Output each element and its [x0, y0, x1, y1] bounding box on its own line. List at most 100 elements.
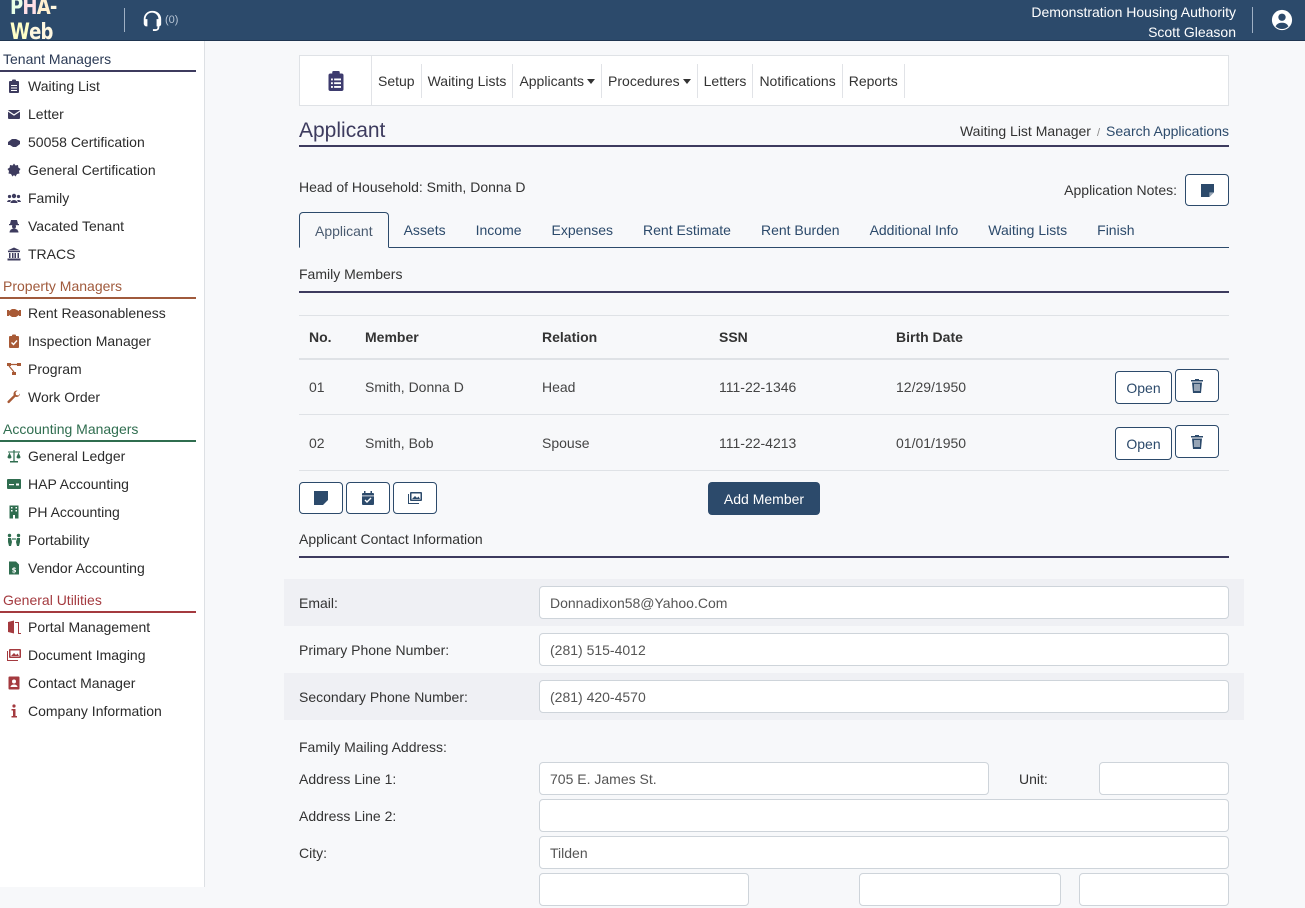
user-name[interactable]: Scott Gleason — [1031, 22, 1236, 42]
sidebar-item-ph-accounting[interactable]: PH Accounting — [0, 498, 196, 526]
zip-ext-field[interactable] — [1079, 873, 1229, 906]
tab-expenses[interactable]: Expenses — [537, 212, 628, 247]
sidebar-section-title: Property Managers — [0, 268, 196, 299]
unit-label: Unit: — [1019, 770, 1048, 787]
cell-relation: Spouse — [532, 414, 709, 471]
nav-letters[interactable]: Letters — [698, 63, 754, 98]
tab-income[interactable]: Income — [461, 212, 537, 247]
table-header-row: No. Member Relation SSN Birth Date — [299, 315, 1229, 360]
open-member-button[interactable]: Open — [1115, 371, 1172, 405]
breadcrumb-link-search-applications[interactable]: Search Applications — [1106, 123, 1229, 139]
nav-notifications[interactable]: Notifications — [753, 63, 843, 98]
sidebar-item-hap-accounting[interactable]: HAP Accounting — [0, 470, 196, 498]
open-member-button[interactable]: Open — [1115, 427, 1172, 460]
email-row: Email: — [284, 579, 1244, 626]
sidebar-item-letter[interactable]: Letter — [0, 100, 196, 128]
sidebar-item-label: Family — [28, 190, 70, 206]
sidebar-item-general-ledger[interactable]: General Ledger — [0, 442, 196, 470]
contact-form: Email: Primary Phone Number: Secondary P… — [284, 579, 1244, 908]
nav-label: Applicants — [519, 72, 585, 89]
tab-additional-info[interactable]: Additional Info — [855, 212, 974, 247]
delete-member-button[interactable] — [1175, 425, 1219, 458]
sidebar-item-tracs[interactable]: TRACS — [0, 240, 196, 268]
sidebar-item-label: General Ledger — [28, 448, 126, 464]
sidebar-item-company-information[interactable]: Company Information — [0, 697, 196, 725]
sidebar: Tenant Managers Waiting List Letter 5005… — [0, 41, 205, 887]
sidebar-item-50058-certification[interactable]: 50058 Certification — [0, 128, 196, 156]
tab-rent-estimate[interactable]: Rent Estimate — [628, 212, 746, 247]
clipboard-list-icon — [6, 78, 22, 94]
sidebar-item-general-certification[interactable]: General Certification — [0, 156, 196, 184]
tab-applicant[interactable]: Applicant — [299, 212, 389, 248]
images-button[interactable] — [393, 482, 437, 514]
info-icon — [6, 703, 22, 719]
sidebar-item-portal-management[interactable]: Portal Management — [0, 613, 196, 641]
cell-relation: Head — [532, 358, 709, 415]
address-line-1-row: Address Line 1: Unit: — [284, 760, 1244, 797]
breadcrumb-item: Waiting List Manager — [959, 123, 1091, 139]
sidebar-item-vacated-tenant[interactable]: Vacated Tenant — [0, 212, 196, 240]
people-arrows-icon — [6, 532, 22, 548]
building-icon — [6, 504, 22, 520]
cell-actions: Open — [1036, 414, 1229, 471]
sidebar-item-contact-manager[interactable]: Contact Manager — [0, 669, 196, 697]
nav-applicants-dropdown[interactable]: Applicants — [513, 63, 603, 98]
calendar-button[interactable] — [346, 482, 390, 514]
org-name: Demonstration Housing Authority — [1031, 4, 1236, 20]
notes-button[interactable] — [299, 482, 343, 514]
module-home-button[interactable] — [300, 56, 372, 105]
nav-procedures-dropdown[interactable]: Procedures — [602, 63, 698, 98]
secondary-phone-field[interactable] — [539, 680, 1229, 713]
tab-waiting-lists[interactable]: Waiting Lists — [973, 212, 1082, 247]
page-title: Applicant — [299, 119, 386, 142]
address-line-2-field[interactable] — [539, 799, 1229, 832]
nav-waiting-lists[interactable]: Waiting Lists — [422, 63, 514, 98]
user-circle-icon[interactable] — [1271, 9, 1293, 31]
address-book-icon — [6, 675, 22, 691]
nav-label: Letters — [703, 72, 747, 89]
sticky-note-icon — [1200, 183, 1214, 197]
support-button[interactable]: (0) — [141, 9, 178, 31]
nav-label: Waiting Lists — [427, 72, 507, 89]
nav-setup[interactable]: Setup — [372, 63, 422, 98]
sidebar-item-vendor-accounting[interactable]: $ Vendor Accounting — [0, 554, 196, 582]
address-line-1-field[interactable] — [539, 762, 989, 795]
delete-member-button[interactable] — [1175, 369, 1219, 403]
sidebar-item-document-imaging[interactable]: Document Imaging — [0, 641, 196, 669]
sidebar-item-family[interactable]: Family — [0, 184, 196, 212]
sidebar-item-program[interactable]: Program — [0, 355, 196, 383]
images-icon — [6, 647, 22, 663]
app-logo[interactable]: PHA-Web — [10, 0, 92, 45]
sidebar-item-label: Vendor Accounting — [28, 560, 145, 576]
primary-phone-row: Primary Phone Number: — [284, 626, 1244, 673]
sidebar-item-label: Portal Management — [28, 619, 151, 635]
certificate-icon — [6, 162, 22, 178]
user-secret-icon — [6, 218, 22, 234]
tab-finish[interactable]: Finish — [1082, 212, 1149, 247]
money-check-icon — [6, 476, 22, 492]
sidebar-section-accounting-managers: Accounting Managers General Ledger HAP A… — [0, 411, 196, 582]
application-notes-button[interactable] — [1185, 174, 1229, 206]
cell-birth-date: 01/01/1950 — [886, 414, 1036, 471]
unit-field[interactable] — [1099, 762, 1229, 795]
nav-reports[interactable]: Reports — [843, 63, 905, 98]
primary-phone-field[interactable] — [539, 633, 1229, 666]
city-field[interactable] — [539, 836, 1229, 869]
sidebar-item-portability[interactable]: Portability — [0, 526, 196, 554]
sidebar-item-inspection-manager[interactable]: Inspection Manager — [0, 327, 196, 355]
tab-rent-burden[interactable]: Rent Burden — [746, 212, 855, 247]
sidebar-item-waiting-list[interactable]: Waiting List — [0, 72, 196, 100]
clipboard-check-icon — [6, 333, 22, 349]
sidebar-item-work-order[interactable]: Work Order — [0, 383, 196, 411]
sidebar-item-rent-reasonableness[interactable]: Rent Reasonableness — [0, 299, 196, 327]
secondary-phone-label: Secondary Phone Number: — [299, 688, 468, 705]
add-member-button[interactable]: Add Member — [708, 482, 820, 515]
email-field[interactable] — [539, 586, 1229, 619]
state-field[interactable] — [539, 873, 749, 906]
breadcrumb-separator: / — [1096, 127, 1101, 139]
tab-assets[interactable]: Assets — [389, 212, 461, 247]
sidebar-section-tenant-managers: Tenant Managers Waiting List Letter 5005… — [0, 41, 196, 268]
cell-no: 02 — [299, 414, 355, 471]
zip-field[interactable] — [859, 873, 1061, 906]
sidebar-item-label: Document Imaging — [28, 647, 146, 663]
